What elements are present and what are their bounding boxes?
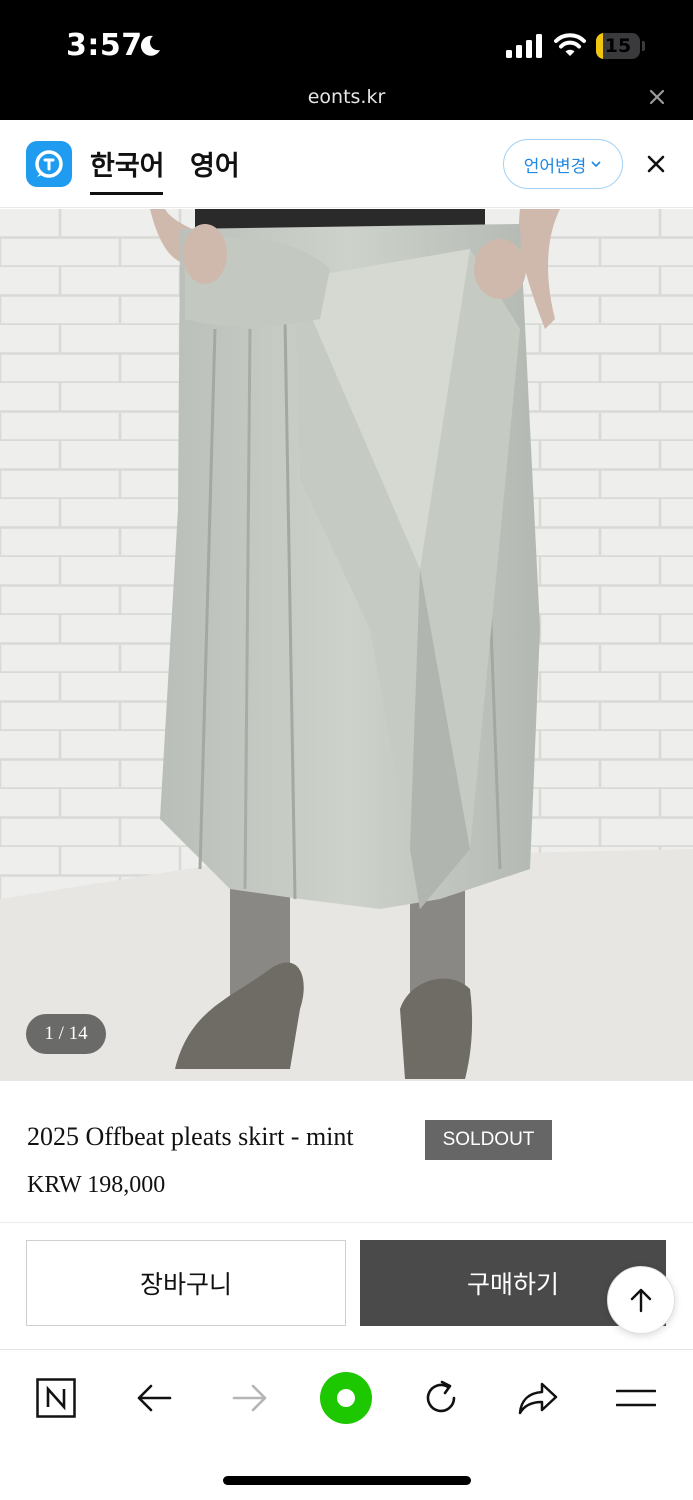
status-bar: 3:57 15 eonts.kr [0, 0, 693, 120]
close-icon[interactable] [648, 88, 666, 106]
chevron-down-icon [591, 161, 601, 168]
menu-button[interactable] [608, 1370, 664, 1426]
language-change-label: 언어변경 [523, 156, 587, 177]
add-to-cart-button[interactable]: 장바구니 [26, 1240, 346, 1326]
forward-arrow-icon [232, 1384, 267, 1412]
translate-bar: 한국어 영어 언어변경 [0, 120, 693, 208]
papago-logo-icon [26, 141, 72, 187]
arrow-up-icon [630, 1288, 652, 1313]
active-tab-indicator [90, 192, 163, 195]
back-button[interactable] [126, 1370, 182, 1426]
battery-percent: 15 [604, 35, 632, 57]
reload-icon [426, 1380, 456, 1413]
wifi-icon [554, 33, 586, 56]
tab-english[interactable]: 영어 [190, 144, 240, 183]
signal-icon [506, 34, 542, 58]
green-dot-icon [320, 1372, 372, 1424]
tab-korean[interactable]: 한국어 [90, 144, 165, 183]
image-counter: 1 / 14 [26, 1014, 106, 1054]
language-change-button[interactable]: 언어변경 [503, 139, 623, 189]
menu-icon [616, 1389, 656, 1407]
battery-indicator: 15 [596, 33, 645, 59]
product-title: 2025 Offbeat pleats skirt - mint [27, 1122, 354, 1151]
share-button[interactable] [510, 1370, 566, 1426]
scroll-to-top-button[interactable] [607, 1266, 675, 1334]
back-arrow-icon [137, 1384, 172, 1412]
naver-n-icon [36, 1378, 76, 1418]
reload-button[interactable] [413, 1370, 469, 1426]
product-image[interactable] [0, 209, 693, 1081]
status-badge: SOLDOUT [425, 1120, 552, 1160]
naver-home-button[interactable] [28, 1370, 84, 1426]
divider [0, 1222, 693, 1223]
moon-icon [140, 35, 160, 56]
forward-button[interactable] [222, 1370, 278, 1426]
close-icon[interactable] [646, 154, 666, 174]
home-indicator [223, 1476, 471, 1485]
status-time: 3:57 [66, 28, 143, 63]
share-icon [518, 1382, 558, 1415]
green-dot-button[interactable] [318, 1370, 374, 1426]
url-display[interactable]: eonts.kr [0, 86, 693, 108]
product-price: KRW 198,000 [27, 1172, 166, 1198]
